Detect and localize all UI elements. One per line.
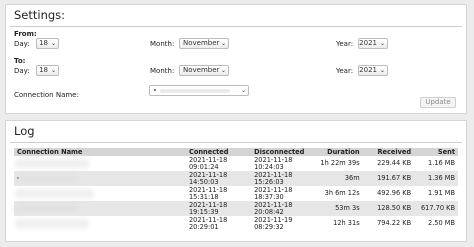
redacted-value bbox=[17, 220, 87, 226]
duration-cell: 3h 6m 12s bbox=[316, 186, 363, 201]
from-year-label: Year: bbox=[336, 40, 354, 48]
connected-cell: 2021-11-18 19:15:39 bbox=[185, 201, 252, 216]
update-button[interactable]: Update bbox=[420, 97, 456, 108]
table-row[interactable]: 2021-11-18 19:15:39 2021-11-18 20:08:42 53… bbox=[14, 201, 458, 216]
connection-name-label: Connection Name: bbox=[14, 91, 79, 99]
received-cell: 229.44 KB bbox=[362, 156, 415, 171]
redacted-value bbox=[21, 175, 76, 181]
chevron-down-icon: ⌄ bbox=[50, 67, 56, 74]
received-cell: 794.22 KB bbox=[362, 216, 415, 231]
col-duration[interactable]: Duration bbox=[316, 148, 363, 156]
chevron-down-icon: ⌄ bbox=[240, 87, 246, 94]
duration-cell: 53m 3s bbox=[316, 201, 363, 216]
disconnected-cell: 2021-11-18 18:37:30 bbox=[251, 186, 317, 201]
chevron-down-icon: ⌄ bbox=[379, 40, 385, 47]
log-divider bbox=[10, 142, 462, 143]
to-year-label: Year: bbox=[336, 67, 354, 75]
to-month-select[interactable]: November ⌄ bbox=[179, 65, 229, 76]
sent-cell: 617.70 KB bbox=[414, 201, 458, 216]
connection-name-select[interactable]: ⌄ bbox=[149, 85, 249, 96]
to-day-select[interactable]: 18 ⌄ bbox=[36, 65, 59, 76]
settings-panel: Settings: From: Day: 18 ⌄ Month: November… bbox=[5, 4, 467, 114]
from-month-label: Month: bbox=[150, 40, 175, 48]
from-day-select[interactable]: 18 ⌄ bbox=[36, 38, 59, 49]
table-row[interactable]: 2021-11-18 15:31:18 2021-11-18 18:37:30 3h… bbox=[14, 186, 458, 201]
duration-cell: 12h 31s bbox=[316, 216, 363, 231]
connected-cell: 2021-11-18 15:31:18 bbox=[185, 186, 252, 201]
from-day-label: Day: bbox=[14, 40, 30, 48]
connected-cell: 2021-11-18 09:01:24 bbox=[185, 156, 252, 171]
redacted-value bbox=[17, 190, 92, 196]
log-table: Connection Name Connected Disconnected D… bbox=[14, 148, 458, 231]
to-year-select[interactable]: 2021 ⌄ bbox=[358, 65, 388, 76]
settings-title: Settings: bbox=[14, 8, 66, 22]
sent-cell: 1.91 MB bbox=[414, 186, 458, 201]
connection-name-cell bbox=[14, 216, 186, 231]
disconnected-cell: 2021-11-18 20:08:42 bbox=[251, 201, 317, 216]
to-month-label: Month: bbox=[150, 67, 175, 75]
received-cell: 492.96 KB bbox=[362, 186, 415, 201]
settings-divider bbox=[10, 26, 462, 27]
received-cell: 191.67 KB bbox=[362, 171, 415, 186]
disconnected-cell: 2021-11-19 08:29:32 bbox=[251, 216, 317, 231]
connected-cell: 2021-11-18 20:29:01 bbox=[185, 216, 252, 231]
redacted-value bbox=[17, 205, 77, 211]
col-connection-name[interactable]: Connection Name bbox=[14, 148, 186, 156]
table-row[interactable]: 2021-11-18 14:50:03 2021-11-18 15:26:03 36… bbox=[14, 171, 458, 186]
sent-cell: 1.36 MB bbox=[414, 171, 458, 186]
from-year-select[interactable]: 2021 ⌄ bbox=[358, 38, 388, 49]
received-cell: 128.50 KB bbox=[362, 201, 415, 216]
chevron-down-icon: ⌄ bbox=[50, 40, 56, 47]
col-received[interactable]: Received bbox=[362, 148, 415, 156]
to-day-label: Day: bbox=[14, 67, 30, 75]
sent-cell: 1.16 MB bbox=[414, 156, 458, 171]
duration-cell: 1h 22m 39s bbox=[316, 156, 363, 171]
connection-name-cell bbox=[14, 171, 186, 186]
duration-cell: 36m bbox=[316, 171, 363, 186]
from-month-select[interactable]: November ⌄ bbox=[179, 38, 229, 49]
log-title: Log bbox=[14, 124, 35, 138]
connection-name-cell bbox=[14, 186, 186, 201]
sent-cell: 2.50 MB bbox=[414, 216, 458, 231]
connected-cell: 2021-11-18 14:50:03 bbox=[185, 171, 252, 186]
table-row[interactable]: 2021-11-18 09:01:24 2021-11-18 10:24:03 1h… bbox=[14, 156, 458, 171]
connection-name-cell bbox=[14, 201, 186, 216]
to-label: To: bbox=[14, 57, 26, 65]
from-label: From: bbox=[14, 30, 37, 38]
log-header-row: Connection Name Connected Disconnected D… bbox=[14, 148, 458, 156]
chevron-down-icon: ⌄ bbox=[220, 67, 226, 74]
redacted-value bbox=[17, 160, 87, 166]
disconnected-cell: 2021-11-18 10:24:03 bbox=[251, 156, 317, 171]
col-sent[interactable]: Sent bbox=[414, 148, 458, 156]
chevron-down-icon: ⌄ bbox=[220, 40, 226, 47]
connection-name-cell bbox=[14, 156, 186, 171]
redacted-value bbox=[160, 89, 230, 93]
table-row[interactable]: 2021-11-18 20:29:01 2021-11-19 08:29:32 12… bbox=[14, 216, 458, 231]
chevron-down-icon: ⌄ bbox=[379, 67, 385, 74]
log-panel: Log Connection Name Connected Disconnect… bbox=[5, 120, 467, 242]
disconnected-cell: 2021-11-18 15:26:03 bbox=[251, 171, 317, 186]
